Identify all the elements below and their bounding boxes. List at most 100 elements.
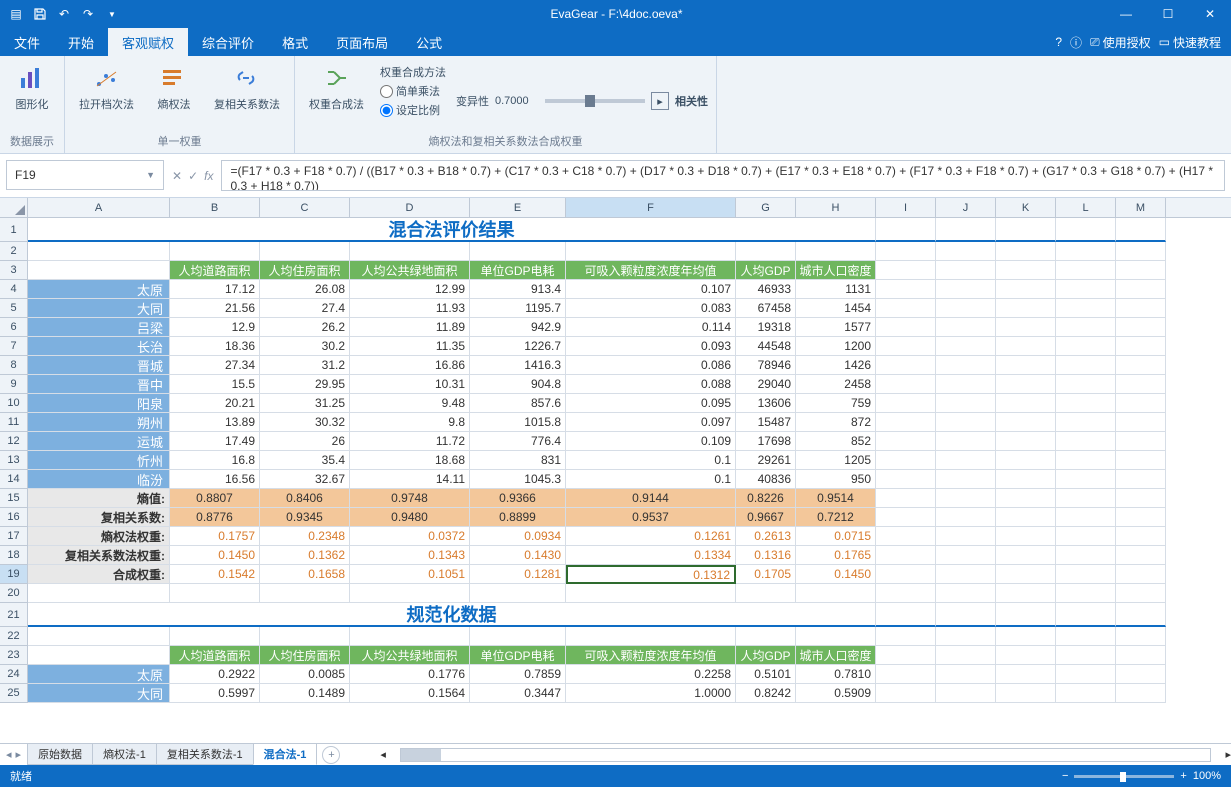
cell[interactable] [996, 356, 1056, 375]
section-title[interactable]: 混合法评价结果 [28, 218, 876, 242]
cell[interactable]: 78946 [736, 356, 796, 375]
cell[interactable] [796, 584, 876, 603]
cell[interactable] [470, 584, 566, 603]
cell[interactable] [876, 375, 936, 394]
entropy-button[interactable]: 熵权法 [150, 60, 198, 116]
add-sheet-icon[interactable]: + [322, 746, 340, 764]
cell[interactable] [996, 470, 1056, 489]
cell[interactable]: 可吸入颗粒度浓度年均值 [566, 646, 736, 665]
cell[interactable]: 12.9 [170, 318, 260, 337]
col-header[interactable]: M [1116, 198, 1166, 217]
cell[interactable] [470, 242, 566, 261]
cell[interactable]: 9.8 [350, 413, 470, 432]
tutorial-link[interactable]: ▭ 快速教程 [1159, 34, 1221, 51]
cell[interactable]: 0.5101 [736, 665, 796, 684]
cell[interactable]: 40836 [736, 470, 796, 489]
cell[interactable]: 2458 [796, 375, 876, 394]
cell[interactable] [566, 584, 736, 603]
ratio-slider[interactable] [545, 99, 645, 103]
cell[interactable] [936, 261, 996, 280]
cell[interactable]: 0.2258 [566, 665, 736, 684]
cell[interactable] [1116, 242, 1166, 261]
cell[interactable]: 18.36 [170, 337, 260, 356]
cell[interactable] [936, 413, 996, 432]
cell[interactable]: 15487 [736, 413, 796, 432]
cell[interactable] [876, 603, 936, 627]
cell[interactable]: 46933 [736, 280, 796, 299]
cell[interactable]: 44548 [736, 337, 796, 356]
tab-nav-first-icon[interactable]: ◂ [6, 748, 12, 761]
cell[interactable]: 0.8226 [736, 489, 796, 508]
cell[interactable] [996, 375, 1056, 394]
cell[interactable]: 朔州 [28, 413, 170, 432]
cell[interactable] [1056, 375, 1116, 394]
cell[interactable]: 运城 [28, 432, 170, 451]
zoom-out-icon[interactable]: − [1062, 770, 1068, 782]
cell[interactable]: 32.67 [260, 470, 350, 489]
save-icon[interactable] [30, 4, 50, 24]
cell[interactable]: 大同 [28, 684, 170, 703]
cell[interactable]: 0.2348 [260, 527, 350, 546]
cell[interactable] [1056, 584, 1116, 603]
cell[interactable]: 9.48 [350, 394, 470, 413]
cell[interactable]: 可吸入颗粒度浓度年均值 [566, 261, 736, 280]
cell[interactable]: 26.2 [260, 318, 350, 337]
cell[interactable]: 0.1705 [736, 565, 796, 584]
cell[interactable] [1056, 280, 1116, 299]
cell[interactable]: 27.4 [260, 299, 350, 318]
cell[interactable] [996, 489, 1056, 508]
cell[interactable]: 0.9667 [736, 508, 796, 527]
cell[interactable]: 熵值: [28, 489, 170, 508]
cell[interactable] [1116, 684, 1166, 703]
cell[interactable] [936, 375, 996, 394]
cell[interactable] [876, 337, 936, 356]
cell[interactable] [876, 261, 936, 280]
cell[interactable] [1116, 375, 1166, 394]
select-all-corner[interactable] [0, 198, 28, 217]
tab-format[interactable]: 格式 [268, 28, 322, 56]
cell[interactable] [1116, 451, 1166, 470]
cell[interactable] [936, 665, 996, 684]
cell[interactable]: 人均住房面积 [260, 261, 350, 280]
cell[interactable]: 0.5909 [796, 684, 876, 703]
col-header[interactable]: A [28, 198, 170, 217]
tab-start[interactable]: 开始 [54, 28, 108, 56]
cell[interactable] [936, 546, 996, 565]
cell[interactable]: 晋中 [28, 375, 170, 394]
row-header[interactable]: 12 [0, 432, 28, 451]
cell[interactable] [876, 413, 936, 432]
col-header[interactable]: C [260, 198, 350, 217]
cell[interactable]: 0.3447 [470, 684, 566, 703]
cell[interactable]: 67458 [736, 299, 796, 318]
cell[interactable]: 11.93 [350, 299, 470, 318]
cell[interactable] [996, 565, 1056, 584]
cell[interactable] [1056, 356, 1116, 375]
radio-ratio[interactable]: 设定比例 [380, 102, 446, 118]
cell[interactable] [876, 684, 936, 703]
cell[interactable]: 0.1261 [566, 527, 736, 546]
cell[interactable]: 26 [260, 432, 350, 451]
cell[interactable] [876, 394, 936, 413]
cell[interactable] [28, 627, 170, 646]
cell[interactable]: 29040 [736, 375, 796, 394]
cell[interactable] [1116, 356, 1166, 375]
cell[interactable] [996, 318, 1056, 337]
col-header[interactable]: B [170, 198, 260, 217]
cell[interactable]: 0.0085 [260, 665, 350, 684]
cell[interactable] [350, 627, 470, 646]
cell[interactable] [28, 242, 170, 261]
sheet-tab[interactable]: 复相关系数法-1 [156, 744, 254, 765]
cell[interactable]: 35.4 [260, 451, 350, 470]
cell[interactable] [936, 356, 996, 375]
cell[interactable]: 852 [796, 432, 876, 451]
zoom-level[interactable]: 100% [1193, 770, 1221, 782]
cell[interactable]: 0.1450 [170, 546, 260, 565]
cell[interactable]: 0.7212 [796, 508, 876, 527]
cell[interactable]: 26.08 [260, 280, 350, 299]
cell[interactable] [936, 508, 996, 527]
cell[interactable] [996, 242, 1056, 261]
cell[interactable] [1056, 318, 1116, 337]
cell[interactable]: 31.2 [260, 356, 350, 375]
row-header[interactable]: 18 [0, 546, 28, 565]
sheet-tab[interactable]: 熵权法-1 [92, 744, 157, 765]
